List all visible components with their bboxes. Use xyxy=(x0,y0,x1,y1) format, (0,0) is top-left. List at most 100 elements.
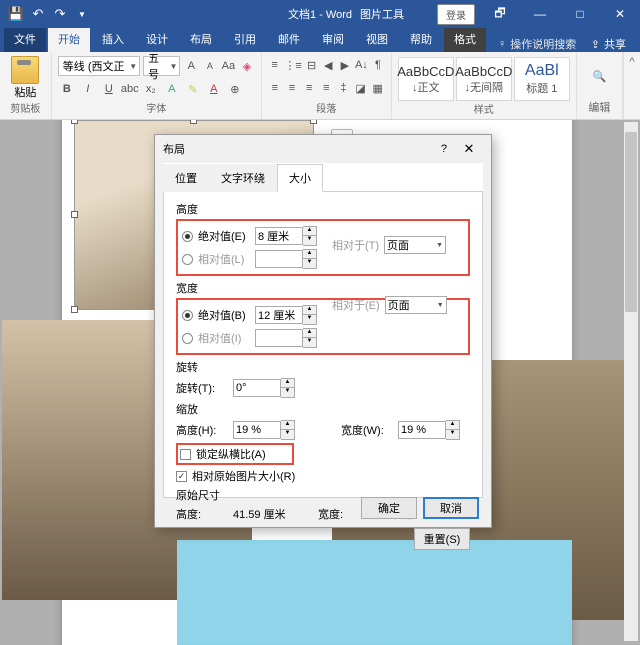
subscript-icon[interactable]: x₂ xyxy=(142,80,160,98)
change-case-icon[interactable]: Aa xyxy=(221,57,237,75)
width-abs-input[interactable]: ▲▼ xyxy=(255,305,317,325)
spin-up-icon[interactable]: ▲ xyxy=(303,250,316,259)
underline-icon[interactable]: U xyxy=(100,80,118,98)
spin-down-icon[interactable]: ▼ xyxy=(281,388,294,397)
scale-w-input[interactable]: ▲▼ xyxy=(398,420,460,440)
tab-review[interactable]: 审阅 xyxy=(312,26,354,52)
ribbon-display-icon[interactable]: 🗗 xyxy=(480,0,520,28)
lock-aspect-checkbox[interactable] xyxy=(180,449,191,460)
scroll-thumb[interactable] xyxy=(625,132,637,312)
line-spacing-icon[interactable]: ‡ xyxy=(336,79,350,97)
text-effect-icon[interactable]: A xyxy=(163,80,181,98)
cancel-button[interactable]: 取消 xyxy=(423,497,479,519)
tell-me-search[interactable]: ♀操作说明搜索 xyxy=(498,36,576,52)
reset-button[interactable]: 重置(S) xyxy=(414,528,470,550)
borders-icon[interactable]: ▦ xyxy=(371,79,385,97)
dlg-tab-position[interactable]: 位置 xyxy=(163,164,209,192)
dialog-help-icon[interactable]: ? xyxy=(441,143,447,155)
dialog-close-icon[interactable]: ✕ xyxy=(455,141,483,157)
style-heading1[interactable]: AaBl标题 1 xyxy=(514,57,570,101)
spin-down-icon[interactable]: ▼ xyxy=(303,338,316,347)
resize-handle[interactable] xyxy=(310,120,317,124)
share-button[interactable]: ⇪共享 xyxy=(591,36,640,52)
grow-font-icon[interactable]: A xyxy=(183,57,199,75)
show-marks-icon[interactable]: ¶ xyxy=(371,56,385,74)
spin-up-icon[interactable]: ▲ xyxy=(303,329,316,338)
width-rel-combo[interactable]: 页面▼ xyxy=(385,296,447,314)
width-abs-radio[interactable] xyxy=(182,310,193,321)
undo-icon[interactable]: ↶ xyxy=(28,3,48,25)
align-left-icon[interactable]: ≡ xyxy=(268,79,282,97)
spin-down-icon[interactable]: ▼ xyxy=(303,259,316,268)
style-normal[interactable]: AaBbCcD↓正文 xyxy=(398,57,454,101)
collapse-ribbon-icon[interactable]: ^ xyxy=(623,52,640,119)
shrink-font-icon[interactable]: A xyxy=(202,57,218,75)
scale-h-input[interactable]: ▲▼ xyxy=(233,420,295,440)
sort-icon[interactable]: A↓ xyxy=(355,56,369,74)
highlight-icon[interactable]: ✎ xyxy=(184,80,202,98)
save-icon[interactable]: 💾 xyxy=(6,3,26,25)
tab-references[interactable]: 引用 xyxy=(224,26,266,52)
rel-original-checkbox[interactable] xyxy=(176,471,187,482)
spin-down-icon[interactable]: ▼ xyxy=(303,236,316,245)
align-center-icon[interactable]: ≡ xyxy=(285,79,299,97)
editing-label[interactable]: 编辑 xyxy=(588,102,610,114)
spin-up-icon[interactable]: ▲ xyxy=(303,227,316,236)
login-button[interactable]: 登录 xyxy=(437,4,475,25)
dlg-tab-size[interactable]: 大小 xyxy=(277,164,323,192)
tab-insert[interactable]: 插入 xyxy=(92,26,134,52)
close-icon[interactable]: ✕ xyxy=(600,0,640,28)
tab-help[interactable]: 帮助 xyxy=(400,26,442,52)
height-abs-input[interactable]: ▲▼ xyxy=(255,226,317,246)
phonetic-icon[interactable]: ⊕ xyxy=(226,80,244,98)
font-color-icon[interactable]: A xyxy=(205,80,223,98)
spin-up-icon[interactable]: ▲ xyxy=(281,379,294,388)
shading-icon[interactable]: ◪ xyxy=(354,79,368,97)
align-right-icon[interactable]: ≡ xyxy=(302,79,316,97)
bullets-icon[interactable]: ≡ xyxy=(268,56,282,74)
style-no-spacing[interactable]: AaBbCcD↓无间隔 xyxy=(456,57,512,101)
font-name-select[interactable]: 等线 (西文正▼ xyxy=(58,56,140,76)
italic-icon[interactable]: I xyxy=(79,80,97,98)
tab-file[interactable]: 文件 xyxy=(4,26,46,52)
height-rel-radio[interactable] xyxy=(182,254,193,265)
resize-handle[interactable] xyxy=(71,306,78,313)
find-icon[interactable]: 🔍 xyxy=(593,70,607,83)
strike-icon[interactable]: abc xyxy=(121,80,139,98)
height-abs-radio[interactable] xyxy=(182,231,193,242)
vertical-scrollbar[interactable] xyxy=(624,122,638,641)
qat-dropdown-icon[interactable]: ▼ xyxy=(72,3,92,25)
resize-handle[interactable] xyxy=(190,120,197,124)
multilevel-icon[interactable]: ⊟ xyxy=(305,56,319,74)
tab-layout[interactable]: 布局 xyxy=(180,26,222,52)
tab-view[interactable]: 视图 xyxy=(356,26,398,52)
dlg-tab-wrap[interactable]: 文字环绕 xyxy=(209,164,277,192)
indent-inc-icon[interactable]: ▶ xyxy=(338,56,352,74)
justify-icon[interactable]: ≡ xyxy=(319,79,333,97)
indent-dec-icon[interactable]: ◀ xyxy=(321,56,335,74)
width-rel-input[interactable]: ▲▼ xyxy=(255,328,317,348)
height-rel-input[interactable]: ▲▼ xyxy=(255,249,317,269)
minimize-icon[interactable]: — xyxy=(520,0,560,28)
paste-button[interactable]: 粘贴 xyxy=(6,54,45,100)
resize-handle[interactable] xyxy=(71,211,78,218)
dialog-titlebar[interactable]: 布局 ? ✕ xyxy=(155,135,491,163)
height-rel-combo[interactable]: 页面▼ xyxy=(384,236,446,254)
font-size-select[interactable]: 五号▼ xyxy=(143,56,180,76)
clear-format-icon[interactable]: ◈ xyxy=(239,57,255,75)
redo-icon[interactable]: ↷ xyxy=(50,3,70,25)
width-rel-radio[interactable] xyxy=(182,333,193,344)
tab-mailings[interactable]: 邮件 xyxy=(268,26,310,52)
tab-home[interactable]: 开始 xyxy=(48,26,90,52)
tab-format[interactable]: 格式 xyxy=(444,26,486,52)
bold-icon[interactable]: B xyxy=(58,80,76,98)
rotate-input[interactable]: ▲▼ xyxy=(233,378,295,398)
spin-down-icon[interactable]: ▼ xyxy=(446,430,459,439)
ok-button[interactable]: 确定 xyxy=(361,497,417,519)
spin-down-icon[interactable]: ▼ xyxy=(303,315,316,324)
image-4[interactable] xyxy=(177,540,572,645)
spin-down-icon[interactable]: ▼ xyxy=(281,430,294,439)
spin-up-icon[interactable]: ▲ xyxy=(281,421,294,430)
maximize-icon[interactable]: □ xyxy=(560,0,600,28)
spin-up-icon[interactable]: ▲ xyxy=(446,421,459,430)
